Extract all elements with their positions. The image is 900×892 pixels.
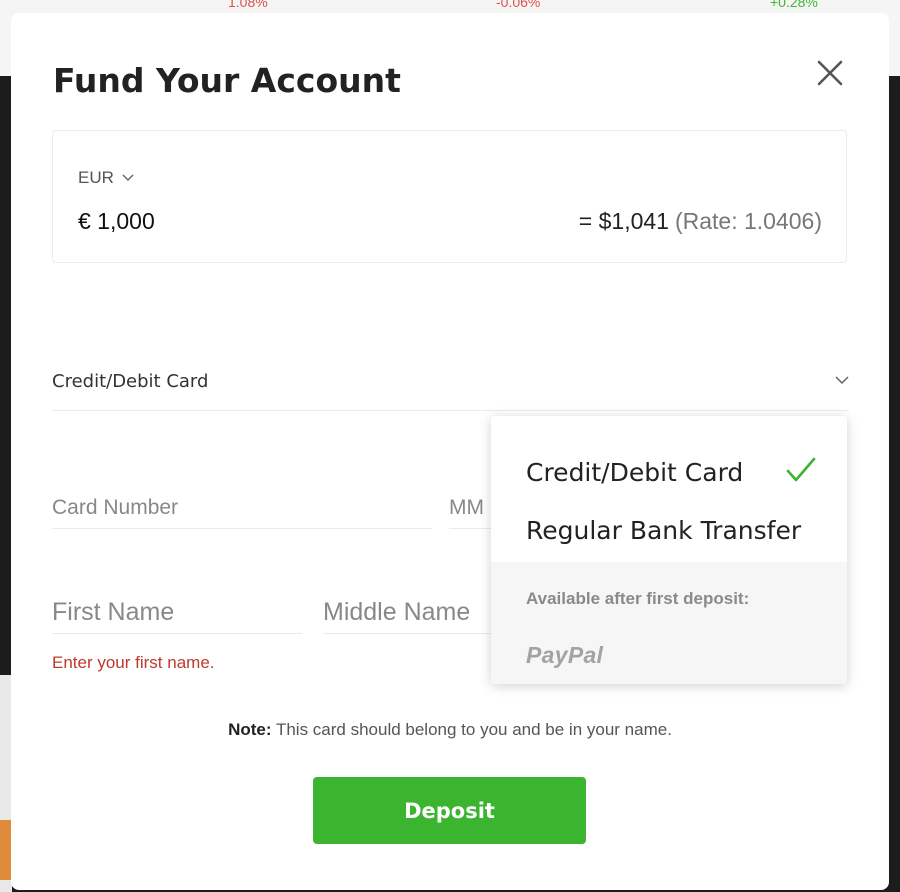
unavailable-methods: Available after first deposit: PayPal xyxy=(491,562,847,684)
option-bank-transfer[interactable]: Regular Bank Transfer xyxy=(526,516,801,545)
paypal-logo: PayPal xyxy=(526,642,604,668)
payment-method-label: Credit/Debit Card xyxy=(52,371,209,392)
checkmark-icon xyxy=(786,457,816,482)
ticker-change: -0.06% xyxy=(496,0,541,10)
currency-label: EUR xyxy=(78,168,114,187)
first-name-error: Enter your first name. xyxy=(52,653,215,672)
payment-method-dropdown: Credit/Debit Card Regular Bank Transfer … xyxy=(491,416,847,684)
close-icon xyxy=(817,60,843,86)
ticker-change: 1.08% xyxy=(228,0,268,10)
chevron-down-icon xyxy=(835,376,849,385)
card-number-input[interactable] xyxy=(52,488,432,529)
note-label: Note: xyxy=(228,720,272,739)
modal-title: Fund Your Account xyxy=(53,61,401,100)
fund-account-modal: Fund Your Account EUR = $1,041(Rate: 1.0… xyxy=(11,13,889,890)
middle-name-input[interactable] xyxy=(323,591,498,634)
note-text: This card should belong to you and be in… xyxy=(271,720,672,739)
card-ownership-note: Note: This card should belong to you and… xyxy=(11,720,889,740)
amount-input[interactable] xyxy=(78,208,378,235)
available-after-label: Available after first deposit: xyxy=(526,589,750,608)
deposit-button[interactable]: Deposit xyxy=(313,777,586,844)
close-button[interactable] xyxy=(816,59,844,87)
chevron-down-icon xyxy=(122,174,134,182)
currency-select[interactable]: EUR xyxy=(78,168,134,188)
first-name-input[interactable] xyxy=(52,591,302,634)
exchange-rate: (Rate: 1.0406) xyxy=(674,208,822,234)
converted-amount: = $1,041 (Rate: 1.0406) xyxy=(579,208,822,235)
payment-method-select[interactable]: Credit/Debit Card xyxy=(52,358,849,411)
option-credit-debit-card[interactable]: Credit/Debit Card xyxy=(526,458,743,487)
usd-amount: = $1,041 xyxy=(578,208,669,234)
ticker-change: +0.28% xyxy=(770,0,818,10)
amount-box: EUR = $1,041(Rate: 1.0406) xyxy=(52,130,847,263)
